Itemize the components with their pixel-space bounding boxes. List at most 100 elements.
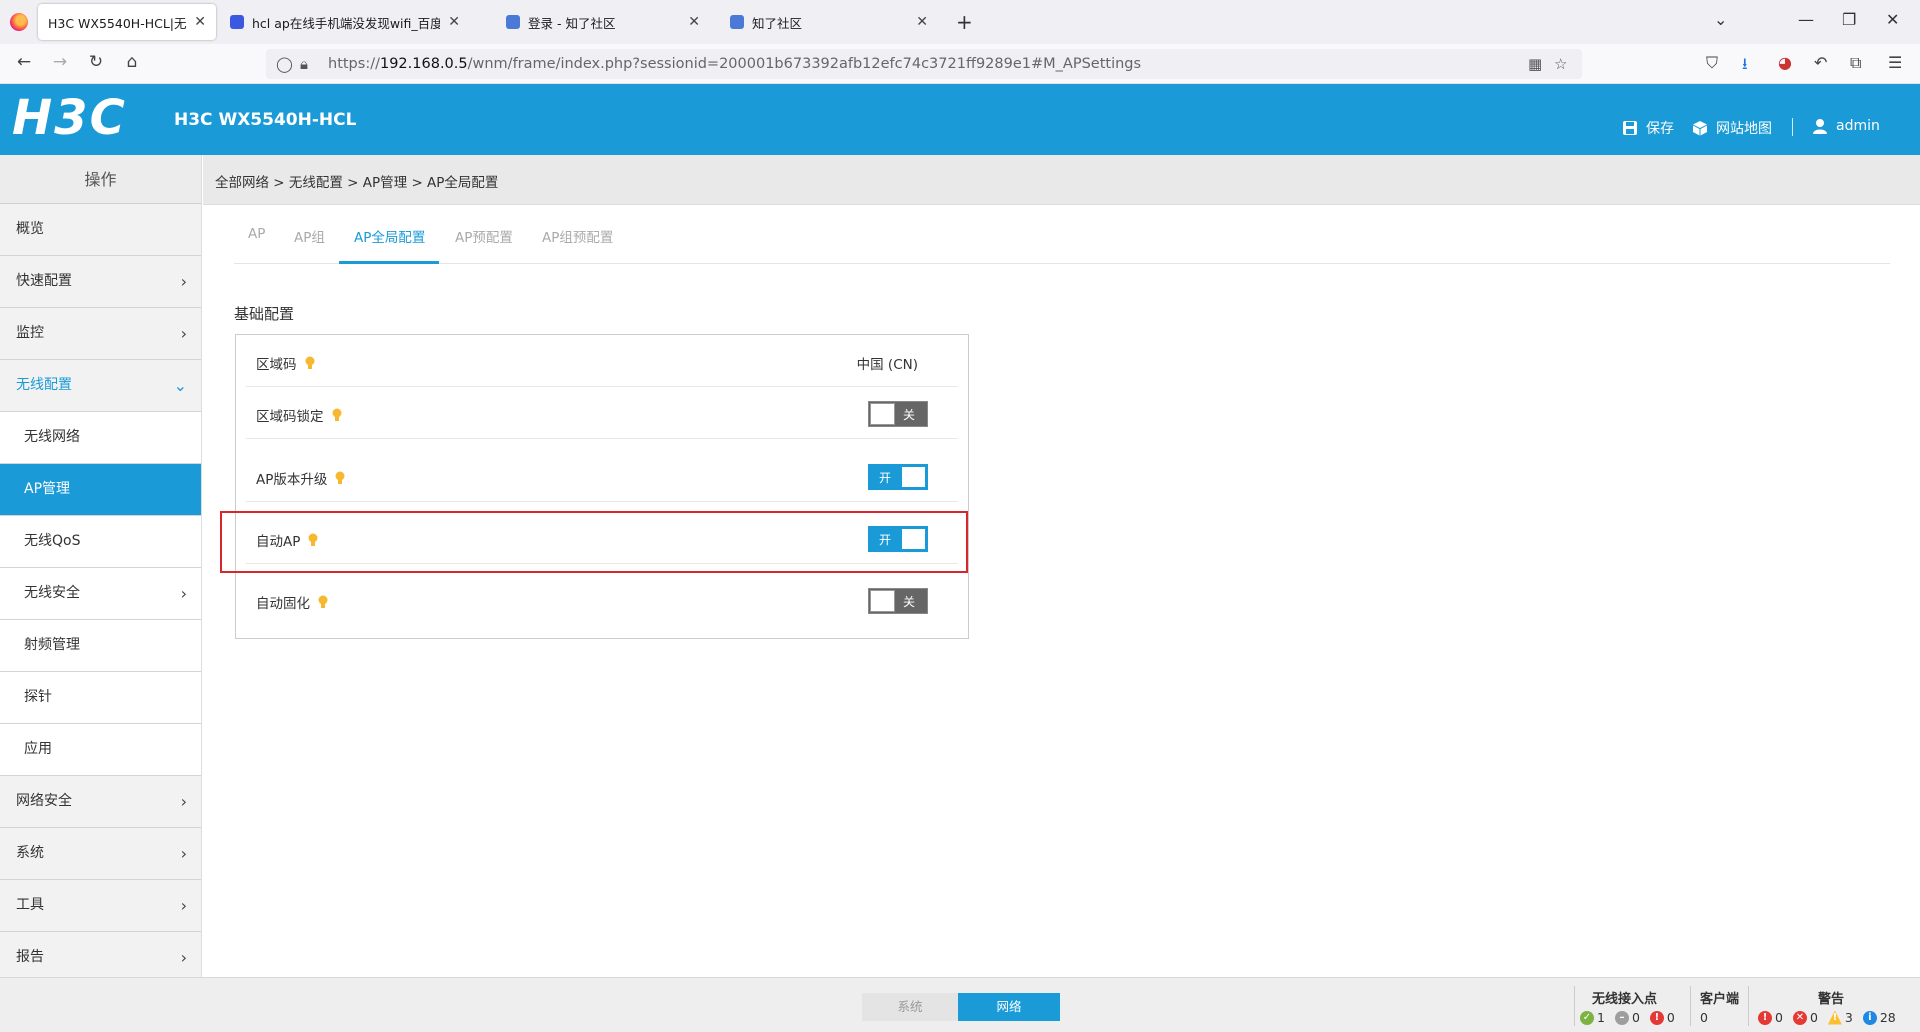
sidebar-item-wireless-qos[interactable]: 无线QoS bbox=[0, 516, 201, 568]
home-icon[interactable]: ⌂ bbox=[120, 52, 144, 72]
toggle-knob bbox=[901, 466, 926, 488]
minus-icon: – bbox=[1614, 1010, 1629, 1025]
new-tab-button[interactable]: + bbox=[956, 10, 973, 34]
browser-tab-zhiliao[interactable]: 知了社区 ✕ bbox=[720, 4, 938, 40]
menu-icon[interactable]: ☰ bbox=[1888, 53, 1902, 72]
user-menu[interactable]: admin bbox=[1812, 118, 1880, 134]
close-icon[interactable]: ✕ bbox=[448, 14, 460, 30]
lock-icon[interactable]: 🔒︎ bbox=[300, 55, 308, 73]
chevron-right-icon: › bbox=[180, 324, 187, 343]
sidebar-item-label: 概览 bbox=[16, 221, 44, 237]
browser-tab-h3c[interactable]: H3C WX5540H-HCL|无线配置|AP管理 ✕ bbox=[38, 4, 216, 40]
client-stats-heading: 客户端 bbox=[1700, 992, 1740, 1007]
shield-icon[interactable]: ◯ bbox=[276, 55, 293, 73]
lightbulb-icon[interactable] bbox=[335, 471, 345, 485]
url-bar[interactable]: ◯ 🔒︎ https://192.168.0.5/wnm/frame/index… bbox=[266, 49, 1582, 79]
sidebar-item-radio-management[interactable]: 射频管理 bbox=[0, 620, 201, 672]
back-arrow-icon[interactable]: ← bbox=[12, 52, 36, 72]
alarm-info-count: 28 bbox=[1879, 1010, 1896, 1025]
ap-stats[interactable]: ✓ 1 –0 ! 0 bbox=[1580, 1010, 1685, 1025]
close-icon[interactable]: ✕ bbox=[916, 14, 928, 30]
device-title: H3C WX5540H-HCL bbox=[174, 110, 357, 130]
sidebar-item-label: 应用 bbox=[24, 741, 52, 757]
sidebar-item-label: 无线网络 bbox=[24, 429, 80, 445]
chevron-down-icon: ⌄ bbox=[173, 376, 187, 395]
tab-title: 登录 - 知了社区 bbox=[528, 15, 616, 31]
download-icon[interactable]: ⭳ bbox=[1742, 53, 1748, 80]
browser-tab-login[interactable]: 登录 - 知了社区 ✕ bbox=[496, 4, 710, 40]
lightbulb-icon[interactable] bbox=[332, 408, 342, 422]
region-code-value: 中国 (CN) bbox=[856, 357, 918, 373]
setting-row-region-code: 区域码 中国 (CN) bbox=[246, 335, 958, 387]
sidebar-item-system[interactable]: 系统 › bbox=[0, 828, 201, 880]
save-button[interactable]: 保存 bbox=[1622, 118, 1674, 138]
client-stats[interactable]: 0 bbox=[1700, 1010, 1708, 1025]
sidebar-item-wireless-security[interactable]: 无线安全 › bbox=[0, 568, 201, 620]
url-path: /wnm/frame/index.php?sessionid=200001b67… bbox=[467, 56, 1142, 72]
sidebar-item-tools[interactable]: 工具 › bbox=[0, 880, 201, 932]
tab-ap-group-preconfig[interactable]: AP组预配置 bbox=[542, 226, 613, 246]
system-view-button[interactable]: 系统 bbox=[862, 993, 958, 1021]
window-close-icon[interactable]: ✕ bbox=[1886, 10, 1899, 29]
auto-ap-toggle[interactable]: 开 bbox=[868, 526, 928, 552]
url-text[interactable]: https://192.168.0.5/wnm/frame/index.php?… bbox=[328, 56, 1141, 72]
sidebar-item-label: 快速配置 bbox=[16, 273, 72, 289]
bookmark-star-icon[interactable]: ☆ bbox=[1554, 55, 1567, 73]
sidebar-item-label: 系统 bbox=[16, 845, 44, 861]
lightbulb-icon[interactable] bbox=[305, 356, 315, 370]
firefox-logo-icon bbox=[10, 13, 28, 31]
sitemap-button[interactable]: 网站地图 bbox=[1692, 118, 1772, 138]
extension-icon[interactable]: ◕ bbox=[1778, 53, 1792, 72]
status-footer: 系统 网络 无线接入点 ✓ 1 –0 ! 0 客户端 0 警告 ! 0 ✕ 0 ! 3 i… bbox=[0, 977, 1920, 1032]
network-view-button[interactable]: 网络 bbox=[958, 993, 1060, 1021]
auto-persist-toggle[interactable]: 关 bbox=[868, 588, 928, 614]
region-lock-toggle[interactable]: 关 bbox=[868, 401, 928, 427]
client-count: 0 bbox=[1700, 1010, 1708, 1025]
qr-code-icon[interactable]: ▦ bbox=[1528, 55, 1542, 73]
active-tab-indicator bbox=[339, 261, 439, 264]
browser-tab-baidu[interactable]: hcl ap在线手机端没发现wifi_百度搜索 ✕ bbox=[220, 4, 470, 40]
sidebar-item-overview[interactable]: 概览 bbox=[0, 204, 201, 256]
forward-arrow-icon[interactable]: → bbox=[48, 52, 72, 72]
toggle-state: 开 bbox=[879, 471, 892, 485]
sidebar-heading: 操作 bbox=[0, 155, 201, 204]
chevron-right-icon: › bbox=[180, 948, 187, 967]
browser-nav-bar: ← → ↻ ⌂ ◯ 🔒︎ https://192.168.0.5/wnm/fra… bbox=[0, 44, 1920, 84]
sidebar-item-probe[interactable]: 探针 bbox=[0, 672, 201, 724]
reload-icon[interactable]: ↻ bbox=[84, 52, 108, 72]
minimize-icon[interactable]: — bbox=[1798, 10, 1814, 29]
sidebar-item-label: 无线QoS bbox=[24, 533, 81, 549]
ap-upgrade-toggle[interactable]: 开 bbox=[868, 464, 928, 490]
sidebar-item-quick-config[interactable]: 快速配置 › bbox=[0, 256, 201, 308]
tab-ap[interactable]: AP bbox=[248, 226, 265, 242]
sidebar-item-wireless-config[interactable]: 无线配置 ⌄ bbox=[0, 360, 201, 412]
sidebar-item-label: 无线配置 bbox=[16, 377, 72, 393]
lightbulb-icon[interactable] bbox=[308, 533, 318, 547]
ap-error-count: 0 bbox=[1666, 1010, 1675, 1025]
close-icon[interactable]: ✕ bbox=[688, 14, 700, 30]
tab-ap-global-config[interactable]: AP全局配置 bbox=[354, 226, 425, 246]
tab-ap-group[interactable]: AP组 bbox=[294, 226, 325, 246]
sidebar-item-wireless-network[interactable]: 无线网络 bbox=[0, 412, 201, 464]
puzzle-icon[interactable]: ⧉ bbox=[1850, 53, 1861, 73]
restore-icon[interactable]: ❐ bbox=[1842, 10, 1856, 29]
tab-title: hcl ap在线手机端没发现wifi_百度搜索 bbox=[252, 15, 441, 31]
sidebar-item-network-security[interactable]: 网络安全 › bbox=[0, 776, 201, 828]
footer-divider bbox=[1748, 986, 1749, 1026]
undo-icon[interactable]: ↶ bbox=[1814, 53, 1827, 72]
lightbulb-icon[interactable] bbox=[318, 595, 328, 609]
close-icon[interactable]: ✕ bbox=[194, 14, 206, 30]
sidebar-item-ap-management[interactable]: AP管理 bbox=[0, 464, 201, 516]
alarm-major-count: 0 bbox=[1809, 1010, 1818, 1025]
setting-label-text: AP版本升级 bbox=[256, 472, 328, 488]
sidebar-item-monitor[interactable]: 监控 › bbox=[0, 308, 201, 360]
setting-row-region-lock: 区域码锁定 关 bbox=[246, 387, 958, 439]
tab-ap-preconfig[interactable]: AP预配置 bbox=[455, 226, 513, 246]
tab-list-chevron-icon[interactable]: ⌄ bbox=[1714, 10, 1727, 29]
user-icon bbox=[1813, 119, 1827, 134]
zhiliao-icon bbox=[506, 15, 520, 29]
alarm-stats[interactable]: ! 0 ✕ 0 ! 3 i 28 bbox=[1758, 1010, 1906, 1025]
pocket-icon[interactable]: ⛉ bbox=[1706, 53, 1718, 73]
sidebar-item-application[interactable]: 应用 bbox=[0, 724, 201, 776]
ap-stats-heading: 无线接入点 bbox=[1592, 992, 1658, 1007]
